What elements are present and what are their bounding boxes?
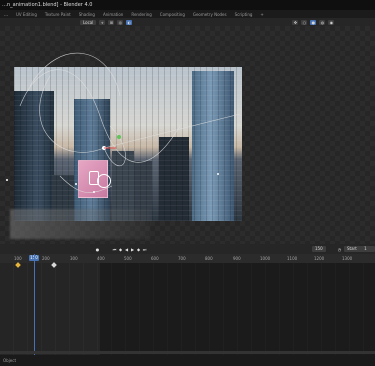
window-title: …n_animation1.blend] - Blender 4.0 (0, 0, 375, 10)
timeline-header: ● ⏮ ◆ ◀ ▶ ◆ ⏭ 150 ◷ Start 1 (0, 244, 375, 254)
ruler-tick-label: 300 (70, 256, 78, 261)
ruler-tick-label: 1300 (342, 256, 353, 261)
workspace-tab[interactable]: + (256, 12, 267, 17)
workspace-tab[interactable]: … (0, 12, 12, 17)
next-keyframe-icon[interactable]: ◆ (136, 247, 141, 252)
motion-path-curve (103, 125, 126, 167)
viewport-shading-solid-icon[interactable]: ● (310, 19, 317, 25)
motion-path-curve (39, 75, 105, 153)
ruler-tick-label: 500 (124, 256, 132, 261)
gizmo-y-handle[interactable] (117, 135, 121, 139)
viewport-shading-wire-icon[interactable]: ○ (301, 19, 308, 25)
ruler-tick-label: 700 (178, 256, 186, 261)
workspace-tab[interactable]: Texture Paint (41, 12, 75, 17)
gizmo-toggle-icon[interactable]: ✥ (292, 19, 299, 25)
status-bar: Object (0, 355, 375, 366)
ruler-tick-label: 800 (205, 256, 213, 261)
viewport-shading-material-icon[interactable]: ◍ (319, 19, 326, 25)
start-value: 1 (364, 246, 367, 251)
path-point (75, 183, 77, 185)
path-point (217, 173, 219, 175)
ruler-tick-label: 200 (42, 256, 50, 261)
workspace-tab[interactable]: Shading (75, 12, 99, 17)
orientation-label: Local (83, 19, 94, 25)
blurred-region (10, 209, 150, 239)
workspace-tab[interactable]: Scripting (231, 12, 257, 17)
pivot-icon[interactable]: ⋄ (99, 19, 106, 25)
overlay-toggle-icon[interactable]: ◐ (126, 19, 133, 25)
path-point (6, 179, 8, 181)
workspace-tab[interactable]: Animation (99, 12, 127, 17)
clock-icon[interactable]: ◷ (337, 247, 342, 252)
workspace-tab[interactable]: Rendering (127, 12, 155, 17)
snap-icon[interactable]: ⊞ (108, 19, 115, 25)
start-label: Start (347, 246, 357, 251)
status-text: Object (3, 358, 17, 363)
workspace-tab[interactable]: UV Editing (12, 12, 41, 17)
viewport-shading-render-icon[interactable]: ◉ (328, 19, 335, 25)
record-icon[interactable]: ● (95, 247, 100, 252)
playhead[interactable] (34, 254, 35, 355)
start-frame-field[interactable]: Start 1 (344, 246, 375, 252)
transform-orientation-select[interactable]: Local (80, 19, 97, 25)
current-frame-field[interactable]: 150 (312, 246, 326, 252)
proportional-edit-icon[interactable]: ◎ (117, 19, 124, 25)
viewport-header: Local ⋄ ⊞ ◎ ◐ ✥ ○ ● ◍ ◉ (0, 18, 375, 26)
ruler-tick-label: 1000 (260, 256, 271, 261)
jump-end-icon[interactable]: ⏭ (142, 247, 147, 252)
motion-path-curve (103, 113, 241, 149)
path-point (93, 191, 95, 193)
ruler-tick-label: 400 (97, 256, 105, 261)
prev-keyframe-icon[interactable]: ◆ (118, 247, 123, 252)
ruler-tick-label: 600 (151, 256, 159, 261)
ruler-tick-label: 900 (233, 256, 241, 261)
ruler-tick-label: 1200 (314, 256, 325, 261)
timeline-scrollbar[interactable] (0, 351, 375, 354)
motion-path-curve (19, 69, 181, 163)
workspace-tab[interactable]: Geometry Nodes (189, 12, 231, 17)
play-reverse-icon[interactable]: ◀ (124, 247, 129, 252)
workspace-tabs: … UV Editing Texture Paint Shading Animation… (0, 10, 375, 18)
timeline-ruler[interactable]: 150 100200300400500600700800900100011001… (0, 254, 375, 263)
3d-viewport[interactable] (0, 26, 375, 244)
motion-path-curve (59, 175, 113, 193)
out-of-range-shade (100, 263, 375, 355)
workspace-tab[interactable]: Compositing (156, 12, 189, 17)
ruler-tick-label: 100 (14, 256, 22, 261)
jump-start-icon[interactable]: ⏮ (112, 247, 117, 252)
ruler-tick-label: 1100 (287, 256, 298, 261)
end-frame-value: 150 (315, 246, 323, 251)
play-icon[interactable]: ▶ (130, 247, 135, 252)
